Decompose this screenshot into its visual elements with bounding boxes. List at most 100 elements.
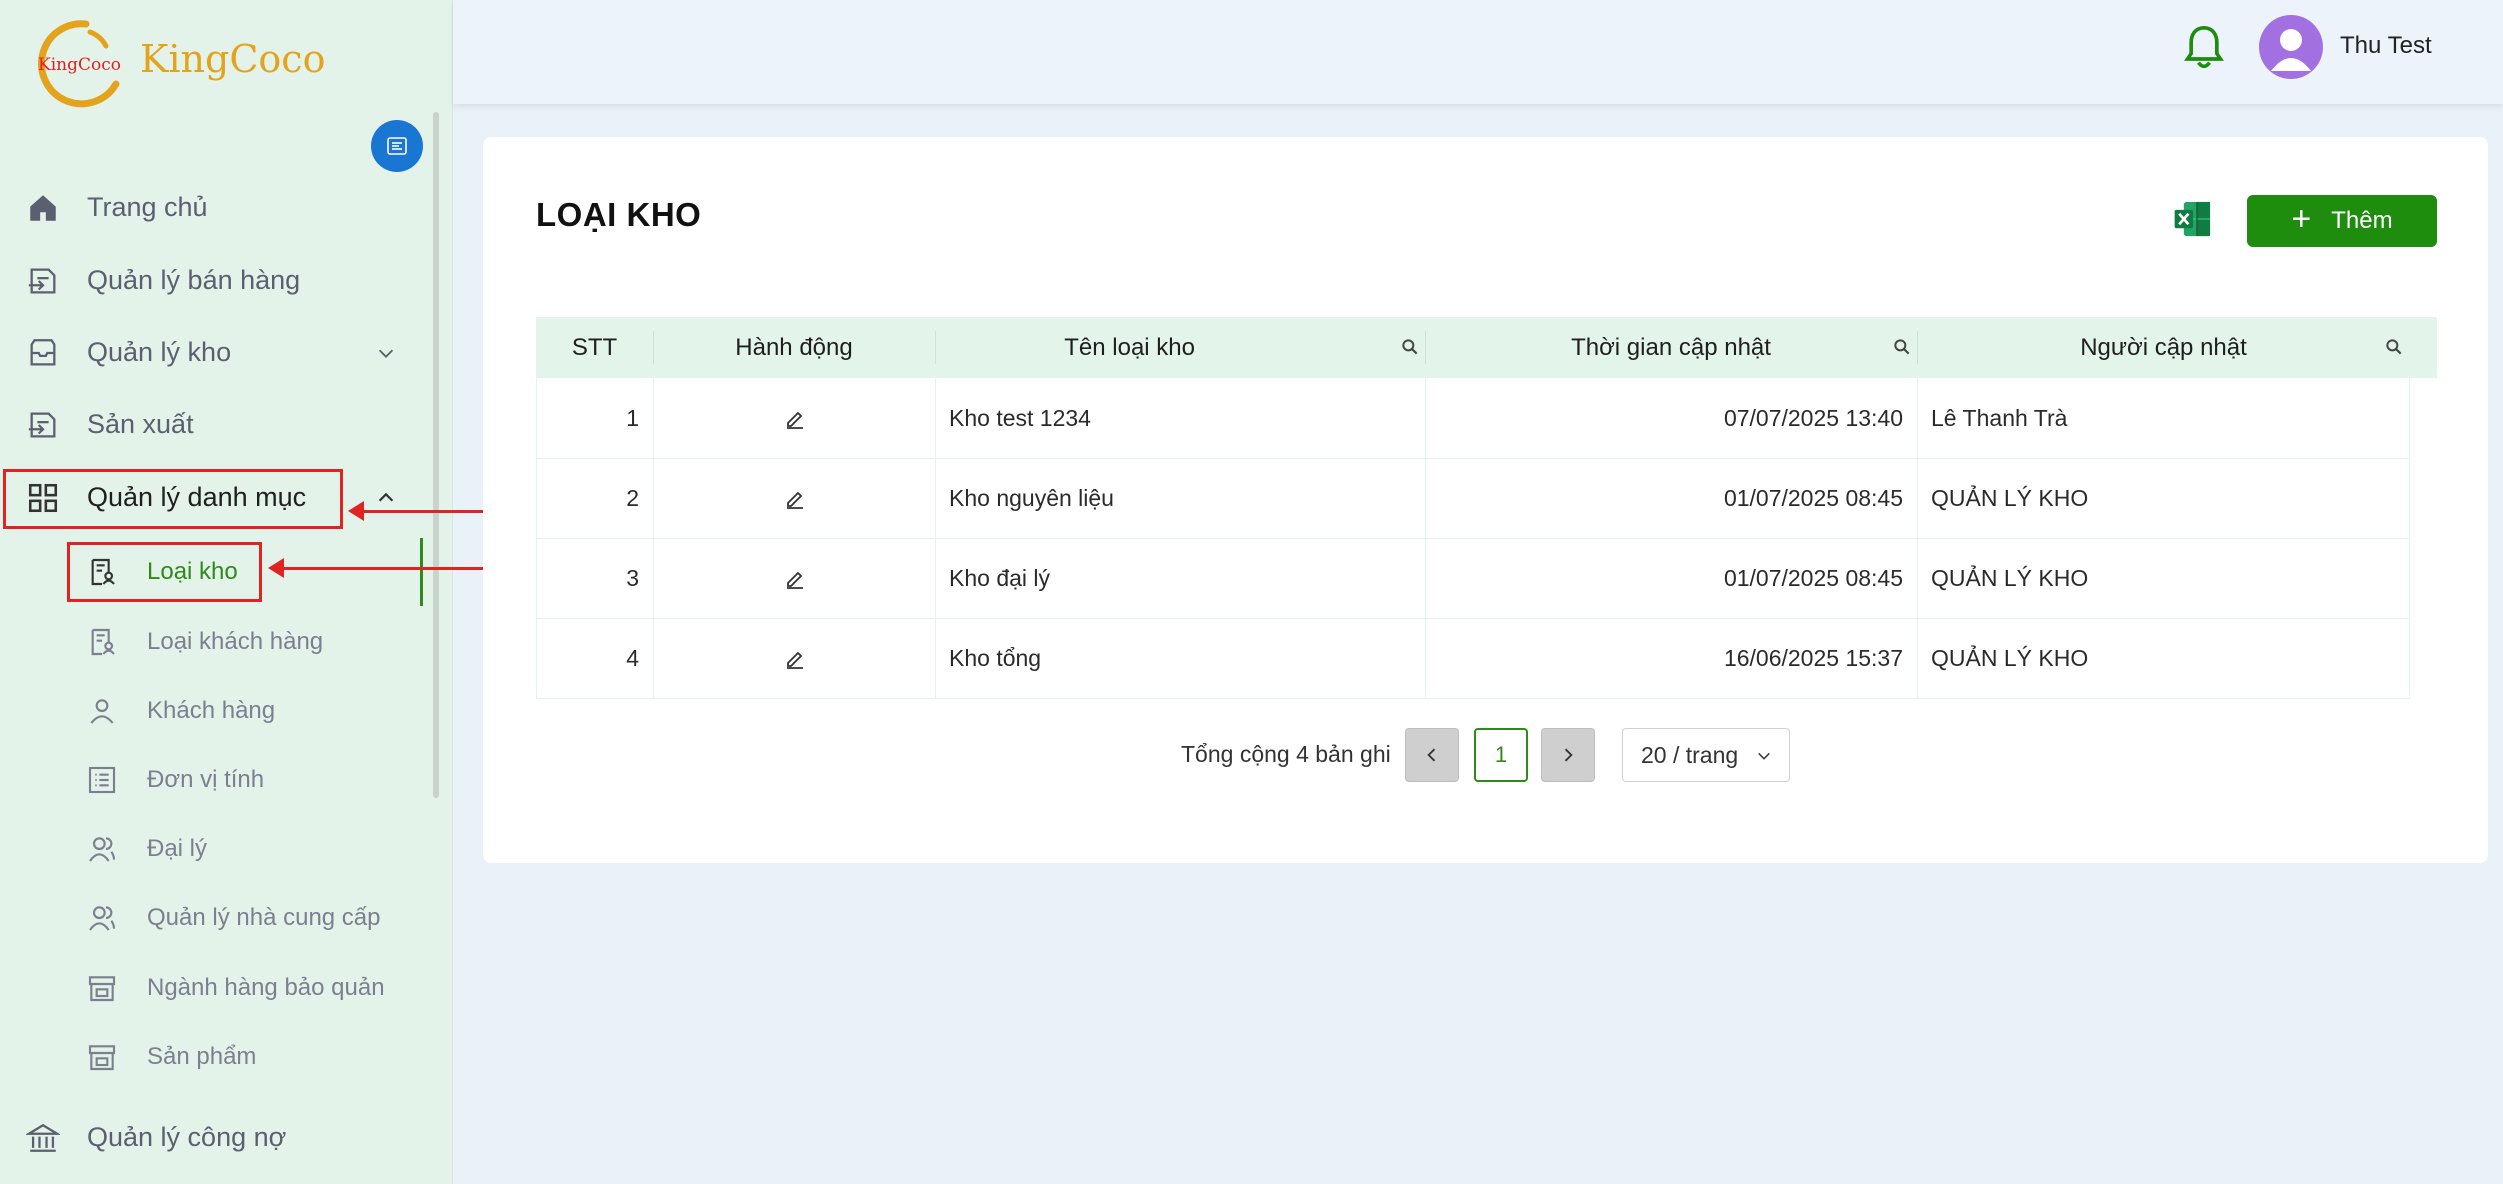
sidebar-subitem-label: Khách hàng <box>147 697 276 724</box>
chevron-down-icon <box>378 349 394 358</box>
cell-stt: 1 <box>536 378 653 458</box>
cell-stt: 4 <box>536 618 653 698</box>
notification-bell-icon[interactable] <box>2182 22 2226 74</box>
edit-icon[interactable] <box>783 566 807 590</box>
home-icon <box>30 195 56 221</box>
cell-updated-by: QUẢN LÝ KHO <box>1917 618 2410 698</box>
sidebar-collapse-button[interactable] <box>371 120 423 172</box>
sidebar-scrollbar[interactable] <box>433 112 439 798</box>
pagination-prev-button[interactable] <box>1405 728 1459 782</box>
chevron-left-icon <box>1427 748 1436 762</box>
cell-name: Kho đại lý <box>935 538 1425 618</box>
menu-collapse-icon <box>387 137 407 155</box>
sidebar-item-label: Sản xuất <box>87 408 194 439</box>
sidebar-subitem-label: Loại khách hàng <box>147 628 324 655</box>
pagination-next-button[interactable] <box>1541 728 1595 782</box>
sidebar-item-debt[interactable]: Quản lý công nợ <box>0 1105 420 1169</box>
annotation-arrow <box>268 558 506 578</box>
sidebar-subitem-customers[interactable]: Khách hàng <box>0 681 420 741</box>
annotation-highlight-box <box>67 542 262 602</box>
chevron-down-icon <box>1758 752 1770 760</box>
sidebar-item-label: Quản lý công nợ <box>87 1121 287 1152</box>
cell-stt: 3 <box>536 538 653 618</box>
edit-icon[interactable] <box>783 646 807 670</box>
sidebar: KingCoco KingCoco Trang chủ Quản lý bán … <box>0 0 453 1184</box>
store-icon <box>88 1045 116 1071</box>
table-row[interactable]: 2 Kho nguyên liệu 01/07/2025 08:45 QUẢN … <box>536 458 2410 539</box>
cell-updated-time: 01/07/2025 08:45 <box>1425 538 1917 618</box>
page-size-value: 20 / trang <box>1641 741 1739 768</box>
sidebar-subitem-label: Quản lý nhà cung cấp <box>147 904 381 931</box>
sidebar-subitem-suppliers[interactable]: Quản lý nhà cung cấp <box>0 888 420 948</box>
excel-export-icon[interactable] <box>2172 198 2214 240</box>
user-avatar-icon <box>2271 29 2311 71</box>
edit-icon[interactable] <box>783 486 807 510</box>
add-button[interactable]: + Thêm <box>2247 195 2437 247</box>
column-header-updated-time[interactable]: Thời gian cập nhật <box>1425 317 1917 378</box>
warehouse-icon <box>30 339 56 366</box>
table-row[interactable]: 4 Kho tổng 16/06/2025 15:37 QUẢN LÝ KHO <box>536 618 2410 699</box>
page-title: LOẠI KHO <box>536 196 702 233</box>
column-header-updated-by[interactable]: Người cập nhật <box>1917 317 2410 378</box>
cell-name: Kho nguyên liệu <box>935 458 1425 538</box>
active-indicator <box>420 538 423 606</box>
users-icon <box>89 837 116 862</box>
cell-action <box>653 378 935 458</box>
cell-action <box>653 458 935 538</box>
table-row[interactable]: 3 Kho đại lý 01/07/2025 08:45 QUẢN LÝ KH… <box>536 538 2410 619</box>
user-icon <box>90 699 114 724</box>
cell-name: Kho tổng <box>935 618 1425 698</box>
annotation-highlight-box <box>3 469 343 529</box>
sidebar-item-warehouse[interactable]: Quản lý kho <box>0 320 420 384</box>
sidebar-item-label: Quản lý bán hàng <box>87 264 301 295</box>
cell-updated-by: QUẢN LÝ KHO <box>1917 538 2410 618</box>
users-icon <box>89 906 116 931</box>
sidebar-subitem-units[interactable]: Đơn vị tính <box>0 750 420 810</box>
sidebar-item-label: Quản lý kho <box>87 336 232 367</box>
sidebar-subitem-label: Sản phẩm <box>147 1043 257 1070</box>
cell-name: Kho test 1234 <box>935 378 1425 458</box>
pagination-total: Tổng cộng 4 bản ghi <box>1181 741 1391 767</box>
column-header-action: Hành động <box>735 333 853 361</box>
page-size-select[interactable]: 20 / trang <box>1622 728 1790 782</box>
user-name[interactable]: Thu Test <box>2340 32 2432 60</box>
document-user-icon <box>91 628 115 656</box>
sales-icon <box>28 268 56 294</box>
sidebar-subitem-storage-category[interactable]: Ngành hàng bảo quản <box>0 958 420 1018</box>
sidebar-subitem-label: Đại lý <box>147 835 208 862</box>
column-header-name[interactable]: Tên loại kho <box>935 317 1429 378</box>
sidebar-subitem-customer-type[interactable]: Loại khách hàng <box>0 612 420 672</box>
search-icon[interactable] <box>1400 337 1420 357</box>
store-icon <box>88 976 116 1002</box>
search-icon[interactable] <box>2384 337 2404 357</box>
bank-icon <box>26 1123 60 1152</box>
cell-stt: 2 <box>536 458 653 538</box>
cell-updated-by: QUẢN LÝ KHO <box>1917 458 2410 538</box>
cell-action <box>653 618 935 698</box>
svg-text:KingCoco: KingCoco <box>38 55 121 75</box>
production-icon <box>28 412 56 438</box>
cell-updated-time: 01/07/2025 08:45 <box>1425 458 1917 538</box>
cell-updated-by: Lê Thanh Trà <box>1917 378 2410 458</box>
sidebar-subitem-label: Đơn vị tính <box>147 766 265 793</box>
sidebar-subitem-agents[interactable]: Đại lý <box>0 819 420 879</box>
cell-updated-time: 16/06/2025 15:37 <box>1425 618 1917 698</box>
chevron-up-icon <box>378 492 394 502</box>
table-row[interactable]: 1 Kho test 1234 07/07/2025 13:40 Lê Than… <box>536 378 2410 459</box>
chevron-right-icon <box>1564 748 1573 762</box>
search-icon[interactable] <box>1892 337 1912 357</box>
sidebar-item-home[interactable]: Trang chủ <box>0 175 420 239</box>
edit-icon[interactable] <box>783 406 807 430</box>
column-header-stt: STT <box>571 333 618 361</box>
sidebar-item-label: Trang chủ <box>87 191 208 222</box>
plus-icon: + <box>2291 199 2312 238</box>
table-header: STT Hành động Tên loại kho Thời gian cập… <box>536 317 2437 378</box>
sidebar-item-production[interactable]: Sản xuất <box>0 392 420 456</box>
add-button-label: Thêm <box>2331 207 2393 234</box>
sidebar-subitem-label: Ngành hàng bảo quản <box>147 974 385 1001</box>
sidebar-subitem-products[interactable]: Sản phẩm <box>0 1027 420 1087</box>
pagination-page-current[interactable]: 1 <box>1474 728 1528 782</box>
sidebar-item-sales[interactable]: Quản lý bán hàng <box>0 248 420 312</box>
logo[interactable]: KingCoco KingCoco <box>28 12 325 112</box>
avatar[interactable] <box>2259 15 2323 79</box>
